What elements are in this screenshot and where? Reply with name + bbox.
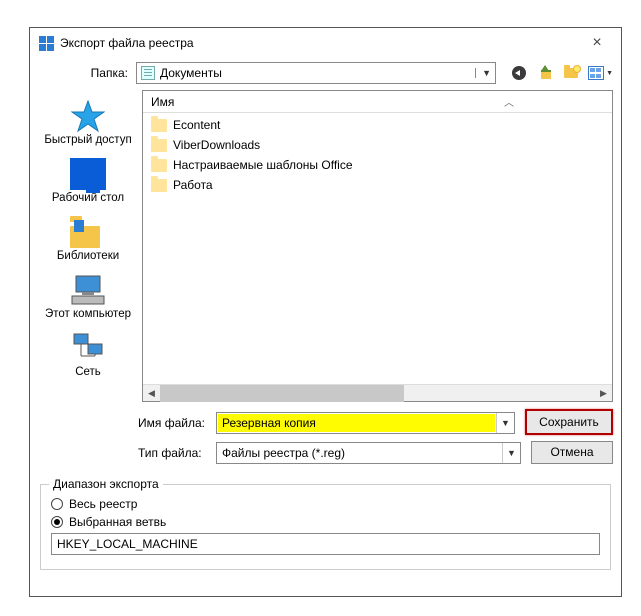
libraries-icon bbox=[70, 216, 106, 248]
scroll-track[interactable] bbox=[160, 385, 595, 402]
network-icon bbox=[70, 332, 106, 364]
place-label: Быстрый доступ bbox=[44, 134, 131, 146]
chevron-down-icon[interactable]: ▼ bbox=[502, 443, 520, 463]
place-network[interactable]: Сеть bbox=[70, 332, 106, 378]
regedit-icon bbox=[38, 35, 54, 51]
list-header[interactable]: Имя ︿ bbox=[143, 91, 612, 113]
filetype-dropdown[interactable]: Файлы реестра (*.reg) ▼ bbox=[216, 442, 521, 464]
documents-icon bbox=[141, 66, 155, 80]
place-libraries[interactable]: Библиотеки bbox=[57, 216, 119, 262]
place-desktop[interactable]: Рабочий стол bbox=[52, 158, 124, 204]
new-folder-button[interactable] bbox=[562, 64, 580, 82]
place-label: Рабочий стол bbox=[52, 192, 124, 204]
export-range-legend: Диапазон экспорта bbox=[49, 477, 163, 491]
filetype-value: Файлы реестра (*.reg) bbox=[217, 446, 502, 460]
save-button[interactable]: Сохранить bbox=[525, 409, 613, 435]
folder-icon bbox=[151, 119, 167, 132]
folder-icon bbox=[151, 159, 167, 172]
view-icon bbox=[588, 66, 604, 80]
place-quick-access[interactable]: Быстрый доступ bbox=[44, 100, 131, 146]
scroll-right-icon[interactable]: ▶ bbox=[595, 388, 612, 399]
item-name: Работа bbox=[173, 178, 213, 192]
list-item[interactable]: ViberDownloads bbox=[147, 135, 608, 155]
close-button[interactable]: × bbox=[577, 34, 617, 52]
folder-dropdown[interactable]: Документы ▼ bbox=[136, 62, 496, 84]
chevron-down-icon: ▼ bbox=[606, 70, 613, 77]
view-menu-button[interactable]: ▼ bbox=[588, 64, 613, 82]
place-this-pc[interactable]: Этот компьютер bbox=[45, 274, 131, 320]
radio-selected-branch[interactable]: Выбранная ветвь bbox=[51, 515, 600, 529]
filename-label: Имя файла: bbox=[138, 416, 216, 430]
chevron-down-icon: ▼ bbox=[475, 68, 491, 78]
places-bar: Быстрый доступ Рабочий стол Библиотеки Э… bbox=[34, 90, 142, 402]
radio-all-registry[interactable]: Весь реестр bbox=[51, 497, 600, 511]
titlebar[interactable]: Экспорт файла реестра × bbox=[30, 28, 621, 58]
up-button[interactable] bbox=[536, 64, 554, 82]
star-icon bbox=[70, 100, 106, 132]
desktop-icon bbox=[70, 158, 106, 190]
list-item[interactable]: Econtent bbox=[147, 115, 608, 135]
file-list[interactable]: Имя ︿ Econtent ViberDownloads Настраиваемы… bbox=[142, 90, 613, 402]
branch-input[interactable]: HKEY_LOCAL_MACHINE bbox=[51, 533, 600, 555]
up-icon bbox=[539, 67, 551, 79]
item-name: Econtent bbox=[173, 118, 220, 132]
scroll-thumb[interactable] bbox=[160, 385, 404, 402]
cancel-button[interactable]: Отмена bbox=[531, 441, 613, 464]
scroll-left-icon[interactable]: ◀ bbox=[143, 388, 160, 399]
filename-input[interactable]: Резервная копия ▼ bbox=[216, 412, 515, 434]
filetype-label: Тип файла: bbox=[138, 446, 216, 460]
column-name[interactable]: Имя bbox=[151, 95, 504, 109]
folder-icon bbox=[151, 139, 167, 152]
export-dialog: Экспорт файла реестра × Папка: Документы… bbox=[29, 27, 622, 597]
place-label: Этот компьютер bbox=[45, 308, 131, 320]
list-item[interactable]: Работа bbox=[147, 175, 608, 195]
pc-icon bbox=[70, 274, 106, 306]
back-icon bbox=[512, 66, 526, 80]
place-label: Библиотеки bbox=[57, 250, 119, 262]
radio-icon bbox=[51, 516, 63, 528]
new-folder-icon bbox=[564, 68, 578, 78]
radio-label: Весь реестр bbox=[69, 497, 137, 511]
chevron-down-icon[interactable]: ▼ bbox=[496, 413, 514, 433]
folder-icon bbox=[151, 179, 167, 192]
export-range-group: Диапазон экспорта Весь реестр Выбранная … bbox=[40, 484, 611, 570]
item-name: Настраиваемые шаблоны Office bbox=[173, 158, 353, 172]
window-title: Экспорт файла реестра bbox=[60, 36, 577, 50]
horizontal-scrollbar[interactable]: ◀ ▶ bbox=[143, 384, 612, 401]
folder-label: Папка: bbox=[72, 66, 128, 80]
radio-icon bbox=[51, 498, 63, 510]
filename-value[interactable]: Резервная копия bbox=[218, 414, 495, 432]
item-name: ViberDownloads bbox=[173, 138, 260, 152]
sort-indicator-icon: ︿ bbox=[504, 94, 514, 109]
radio-label: Выбранная ветвь bbox=[69, 515, 166, 529]
place-label: Сеть bbox=[70, 366, 106, 378]
list-item[interactable]: Настраиваемые шаблоны Office bbox=[147, 155, 608, 175]
back-button[interactable] bbox=[510, 64, 528, 82]
folder-selected: Документы bbox=[160, 66, 475, 80]
